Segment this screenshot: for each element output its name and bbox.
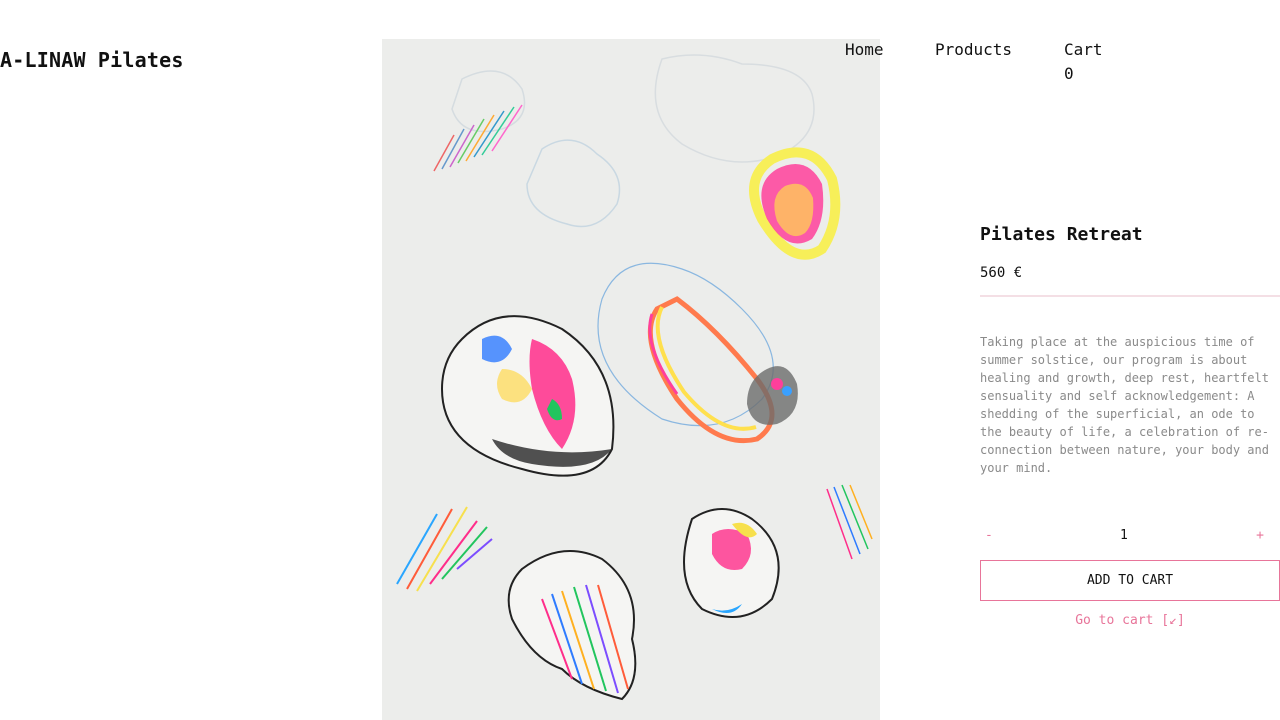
quantity-decrease-button[interactable]: - — [985, 528, 993, 543]
product-artwork-image — [382, 39, 880, 720]
quantity-value[interactable]: 1 — [1120, 528, 1128, 543]
nav-home-link[interactable]: Home — [845, 38, 884, 62]
add-to-cart-button[interactable]: ADD TO CART — [980, 560, 1280, 601]
product-title: Pilates Retreat — [980, 224, 1143, 245]
product-description: Taking place at the auspicious time of s… — [980, 335, 1269, 475]
main-nav: Home Products Cart 0 — [0, 38, 1280, 88]
artwork-illustration — [382, 39, 880, 720]
product-price: 560 € — [980, 265, 1023, 281]
cart-count-badge[interactable]: 0 — [1064, 62, 1074, 86]
divider — [980, 295, 1280, 297]
nav-cart-link[interactable]: Cart — [1064, 38, 1103, 62]
go-to-cart-link[interactable]: Go to cart [↙] — [980, 613, 1280, 628]
product-details: Pilates Retreat 560 € Taking place at th… — [980, 224, 1280, 628]
quantity-stepper: - 1 + — [980, 528, 1280, 550]
quantity-increase-button[interactable]: + — [1256, 528, 1264, 543]
nav-products-link[interactable]: Products — [935, 38, 1012, 62]
